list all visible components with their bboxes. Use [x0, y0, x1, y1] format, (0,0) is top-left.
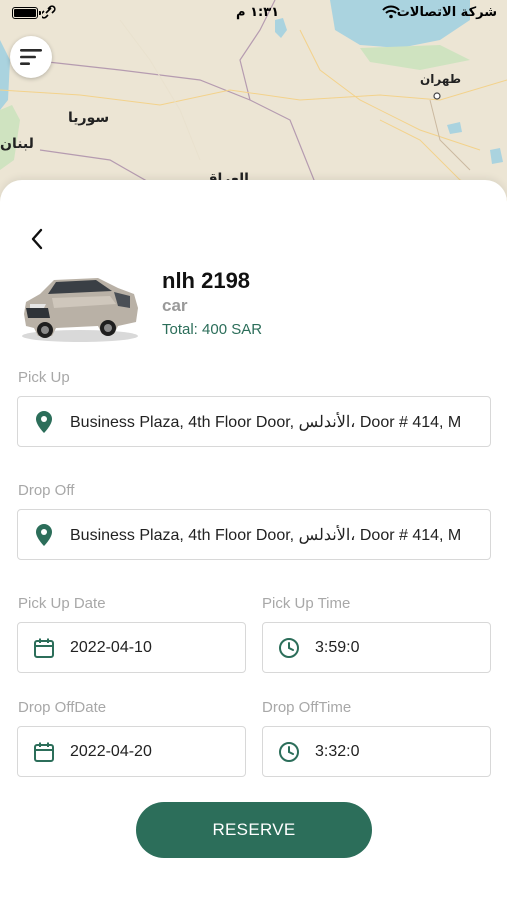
map-label-lebanon: لبنان: [0, 136, 34, 152]
link-icon: [40, 5, 56, 22]
battery-icon: [12, 7, 41, 19]
car-image: [22, 278, 138, 342]
status-time: ١:٣١ م: [236, 5, 280, 20]
dropoff-date-value: 2022-04-20: [70, 742, 152, 760]
map-label-syria: سوريا: [68, 110, 110, 126]
pickup-location-field[interactable]: Business Plaza, 4th Floor Door, الأندلس،…: [17, 396, 491, 447]
dropoff-time-label: Drop OffTime: [262, 699, 352, 716]
dropoff-date-field[interactable]: 2022-04-20: [17, 726, 246, 777]
car-total-price: Total: 400 SAR: [162, 321, 263, 338]
pickup-time-value: 3:59:0: [315, 638, 360, 656]
dropoff-time-field[interactable]: 3:32:0: [262, 726, 491, 777]
back-button[interactable]: [22, 224, 52, 254]
map-pin-icon: [18, 410, 70, 433]
dropoff-time-value: 3:32:0: [315, 742, 360, 760]
pickup-time-label: Pick Up Time: [262, 595, 351, 612]
pickup-date-label: Pick Up Date: [18, 595, 106, 612]
car-plate-title: nlh 2198: [162, 268, 251, 293]
map-pin-icon: [18, 523, 70, 546]
pickup-time-field[interactable]: 3:59:0: [262, 622, 491, 673]
car-type: car: [162, 296, 188, 315]
map-label-tehran: طهران: [420, 72, 462, 86]
pickup-location-value: Business Plaza, 4th Floor Door, الأندلس،…: [70, 413, 462, 431]
dropoff-date-label: Drop OffDate: [18, 699, 107, 716]
dropoff-location-field[interactable]: Business Plaza, 4th Floor Door, الأندلس،…: [17, 509, 491, 560]
menu-button[interactable]: [10, 36, 52, 78]
clock-icon: [263, 741, 315, 763]
reserve-button[interactable]: RESERVE: [136, 802, 372, 858]
clock-icon: [263, 637, 315, 659]
dropoff-label: Drop Off: [18, 482, 75, 499]
carrier-name: شركة الاتصالات: [396, 5, 497, 20]
status-bar: ١:٣١ م شركة الاتصالات: [0, 0, 507, 28]
chevron-left-icon: [31, 228, 43, 250]
calendar-icon: [18, 741, 70, 763]
dropoff-location-value: Business Plaza, 4th Floor Door, الأندلس،…: [70, 526, 462, 544]
booking-sheet: nlh 2198 car Total: 400 SAR Pick Up Busi…: [0, 180, 507, 900]
menu-icon: [20, 49, 42, 65]
pickup-label: Pick Up: [18, 369, 70, 386]
calendar-icon: [18, 637, 70, 659]
pickup-date-value: 2022-04-10: [70, 638, 152, 656]
pickup-date-field[interactable]: 2022-04-10: [17, 622, 246, 673]
